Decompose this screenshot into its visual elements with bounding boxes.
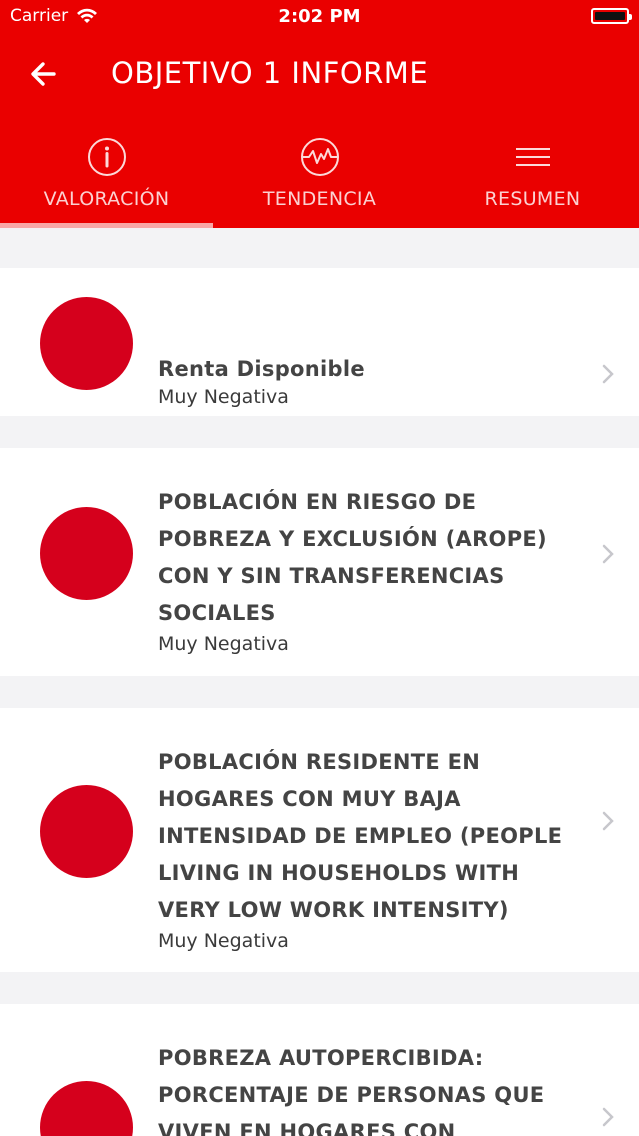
page-title: OBJETIVO 1 INFORME — [111, 56, 429, 90]
chevron-right-icon — [602, 364, 614, 384]
trend-circle-icon — [300, 138, 339, 176]
list-item[interactable]: Renta Disponible Muy Negativa — [0, 268, 639, 416]
status-dot — [40, 507, 133, 600]
tab-resumen[interactable]: RESUMEN — [426, 130, 639, 228]
arrow-left-icon[interactable] — [28, 56, 60, 92]
list-item[interactable]: POBREZA AUTOPERCIBIDA: PORCENTAJE DE PER… — [0, 1004, 639, 1136]
item-title: Renta Disponible — [158, 357, 365, 381]
status-dot — [40, 297, 133, 390]
info-circle-icon — [87, 138, 126, 176]
battery-icon — [591, 8, 632, 24]
item-status: Muy Negativa — [158, 633, 289, 655]
chevron-right-icon — [602, 544, 614, 564]
tab-label: TENDENCIA — [262, 188, 377, 210]
status-bar: Carrier 2:02 PM — [0, 0, 639, 34]
status-time: 2:02 PM — [278, 6, 361, 27]
tab-label: RESUMEN — [484, 188, 581, 210]
item-status: Muy Negativa — [158, 386, 289, 408]
tab-label: VALORACIÓN — [43, 188, 170, 210]
chevron-right-icon — [602, 1107, 614, 1127]
item-title: POBLACIÓN RESIDENTE EN HOGARES CON MUY B… — [158, 750, 563, 922]
list-item[interactable]: POBLACIÓN EN RIESGO DE POBREZA Y EXCLUSI… — [0, 448, 639, 676]
list-item[interactable]: POBLACIÓN RESIDENTE EN HOGARES CON MUY B… — [0, 708, 639, 972]
tab-tendencia[interactable]: TENDENCIA — [213, 130, 426, 228]
chevron-right-icon — [602, 811, 614, 831]
app-header: Carrier 2:02 PM OBJETIVO 1 INFORME VALOR… — [0, 0, 639, 228]
item-title: POBREZA AUTOPERCIBIDA: PORCENTAJE DE PER… — [158, 1046, 545, 1136]
tab-bar: VALORACIÓN TENDENCIA RESUMEN — [0, 130, 639, 228]
status-dot — [40, 1081, 133, 1136]
item-status: Muy Negativa — [158, 930, 289, 952]
indicator-list: Renta Disponible Muy Negativa POBLACIÓN … — [0, 228, 639, 1136]
tab-valoracion[interactable]: VALORACIÓN — [0, 130, 213, 228]
status-dot — [40, 785, 133, 878]
menu-lines-icon — [515, 148, 550, 166]
item-title: POBLACIÓN EN RIESGO DE POBREZA Y EXCLUSI… — [158, 490, 547, 625]
